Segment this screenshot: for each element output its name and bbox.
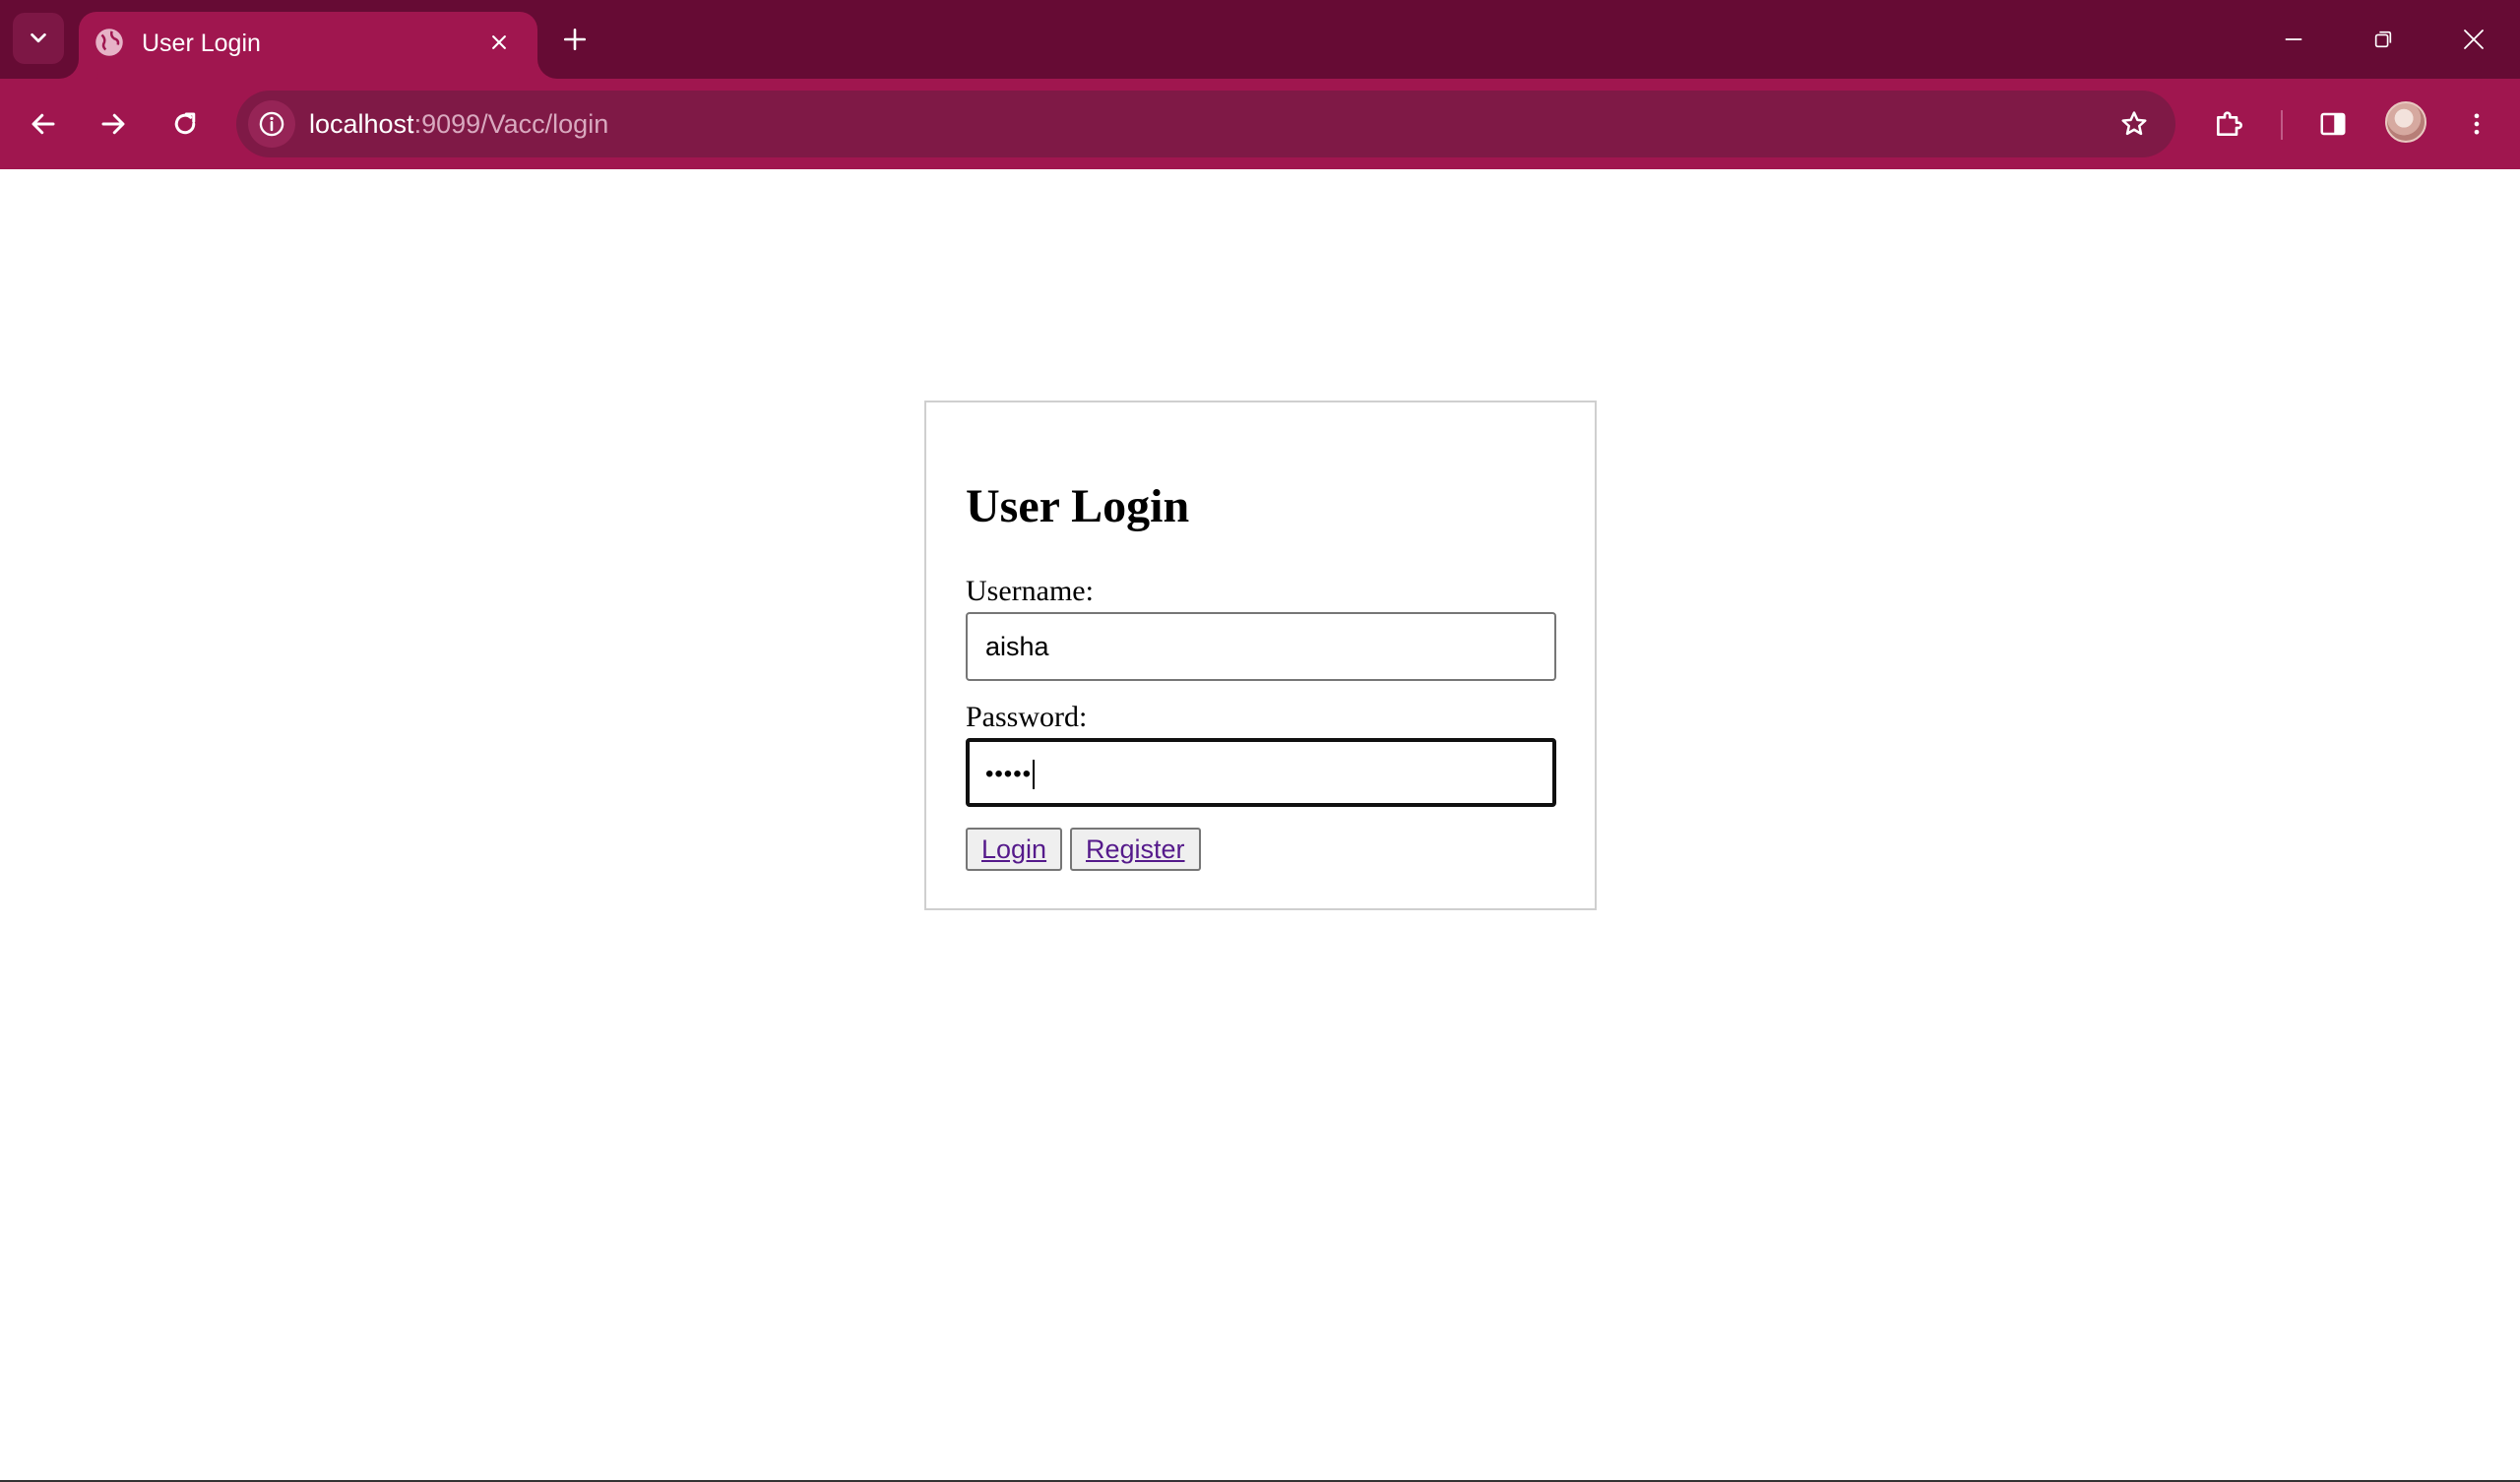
username-field[interactable]: aisha <box>966 612 1556 681</box>
new-tab-button[interactable] <box>555 20 595 59</box>
tab-title: User Login <box>142 30 261 57</box>
url-host: localhost <box>309 109 414 139</box>
close-window-button[interactable] <box>2448 14 2499 65</box>
avatar[interactable] <box>2385 101 2426 143</box>
side-panel-button[interactable] <box>2307 98 2359 150</box>
active-tab[interactable]: User Login <box>79 12 537 79</box>
back-button[interactable] <box>18 98 69 150</box>
site-info-button[interactable] <box>248 100 295 148</box>
chevron-down-icon <box>31 32 46 43</box>
puzzle-icon <box>2217 111 2242 136</box>
minimize-button[interactable] <box>2268 14 2319 65</box>
close-icon <box>492 35 506 49</box>
restore-button[interactable] <box>2358 14 2409 65</box>
tab-strip: User Login <box>0 0 2520 79</box>
tab-close-button[interactable] <box>482 26 516 59</box>
extensions-button[interactable] <box>2203 98 2254 150</box>
close-icon <box>2464 30 2484 49</box>
username-label: Username: <box>966 575 1094 607</box>
text-caret <box>1033 759 1036 789</box>
plus-icon <box>563 28 587 51</box>
star-icon <box>2121 111 2147 136</box>
username-value: aisha <box>985 632 1049 661</box>
reload-icon <box>174 112 196 135</box>
register-button[interactable]: Register <box>1070 828 1201 871</box>
browser-toolbar: localhost:9099/Vacc/login <box>0 79 2520 169</box>
minimize-icon <box>2285 38 2302 40</box>
info-icon <box>259 111 284 137</box>
arrow-left-icon <box>32 113 55 135</box>
password-field[interactable]: ••••• <box>966 738 1556 807</box>
password-masked-value: ••••• <box>985 760 1033 787</box>
bookmark-button[interactable] <box>2112 102 2156 146</box>
reload-button[interactable] <box>159 98 211 150</box>
tab-search-button[interactable] <box>13 13 64 64</box>
forward-button[interactable] <box>88 98 139 150</box>
kebab-menu-icon <box>2474 113 2480 135</box>
globe-icon <box>95 29 123 56</box>
restore-icon <box>2374 31 2392 48</box>
url-path: :9099/Vacc/login <box>413 109 609 139</box>
page-title: User Login <box>966 480 1190 532</box>
arrow-right-icon <box>101 113 125 135</box>
address-bar[interactable]: localhost:9099/Vacc/login <box>236 91 2175 157</box>
password-label: Password: <box>966 701 1088 733</box>
side-panel-icon <box>2320 112 2346 136</box>
toolbar-divider <box>2281 110 2283 140</box>
login-button[interactable]: Login <box>966 828 1063 871</box>
login-form: User Login Username: aisha Password: •••… <box>924 401 1597 910</box>
browser-menu-button[interactable] <box>2451 98 2502 150</box>
url-text[interactable]: localhost:9099/Vacc/login <box>309 104 608 144</box>
